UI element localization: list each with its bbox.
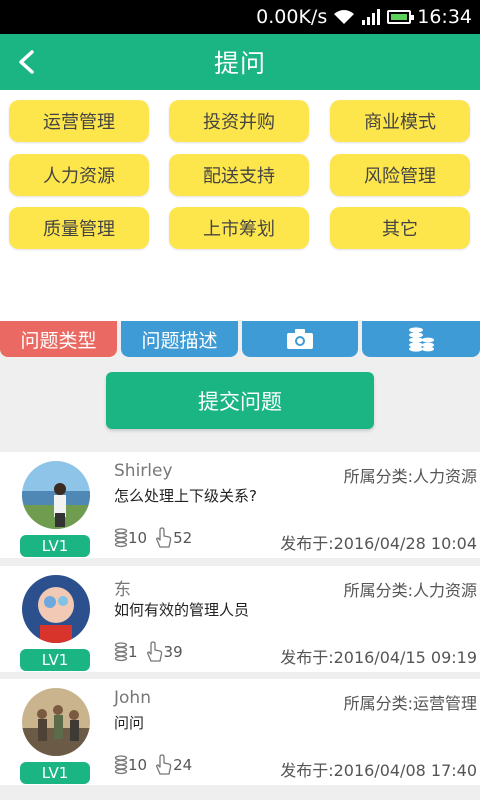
level-badge: LV1 [20,762,90,784]
like-count: 39 [163,643,183,661]
question-category: 所属分类:运营管理 [343,694,477,713]
question-text: 问问 [114,714,145,732]
clock: 16:34 [417,6,472,28]
coins-icon [409,327,434,352]
tab-bar: 问题类型 问题描述 [0,321,480,357]
status-bar: 0.00K/s 16:34 [0,0,480,34]
user-name: 东 [114,580,131,600]
category-button-risk[interactable]: 风险管理 [330,154,470,196]
network-speed: 0.00K/s [256,6,328,28]
publish-date: 发布于:2016/04/15 09:19 [280,648,477,667]
question-card[interactable]: LV1 John 所属分类:运营管理 问问 10 24 发布于:2016/04/… [0,679,480,785]
category-button-business-model[interactable]: 商业模式 [330,100,470,142]
user-name: Shirley [114,461,173,481]
level-badge: LV1 [20,535,90,557]
like-hand-icon [146,641,162,662]
page-title: 提问 [213,49,266,78]
avatar [22,688,90,756]
level-badge: LV1 [20,649,90,671]
tab-question-type[interactable]: 问题类型 [0,321,117,357]
category-button-ipo[interactable]: 上市筹划 [169,207,309,249]
user-name: John [114,688,151,708]
tab-camera[interactable] [242,321,358,357]
signal-icon [362,9,381,25]
coin-stack-icon [114,642,128,662]
title-bar: 提问 [0,34,480,90]
submit-question-button[interactable]: 提交问题 [106,372,374,429]
category-button-operations[interactable]: 运营管理 [9,100,149,142]
back-button[interactable] [10,46,42,78]
wifi-icon [334,10,355,24]
coin-count: 10 [128,756,148,774]
like-count: 52 [173,529,193,547]
question-card[interactable]: LV1 Shirley 所属分类:人力资源 怎么处理上下级关系? 10 52 发… [0,452,480,558]
category-panel: 运营管理 投资并购 商业模式 人力资源 配送支持 风险管理 质量管理 上市筹划 … [0,90,480,321]
camera-icon [287,329,313,349]
question-stats: 10 52 [114,527,192,549]
category-button-investment[interactable]: 投资并购 [169,100,309,142]
publish-date: 发布于:2016/04/08 17:40 [280,761,477,780]
category-button-quality[interactable]: 质量管理 [9,207,149,249]
tab-question-description[interactable]: 问题描述 [121,321,238,357]
publish-date: 发布于:2016/04/28 10:04 [280,534,477,553]
question-stats: 10 24 [114,754,192,776]
tab-reward[interactable] [362,321,480,357]
battery-icon [387,10,415,24]
coin-stack-icon [114,528,128,548]
avatar [22,461,90,529]
like-hand-icon [156,527,172,548]
category-button-delivery[interactable]: 配送支持 [169,154,309,196]
question-text: 怎么处理上下级关系? [114,487,257,505]
question-stats: 1 39 [114,641,183,663]
coin-count: 10 [128,529,148,547]
category-button-hr[interactable]: 人力资源 [9,154,149,196]
coin-count: 1 [128,643,138,661]
category-button-other[interactable]: 其它 [330,207,470,249]
like-hand-icon [156,754,172,775]
back-arrow-icon [19,50,34,74]
question-card[interactable]: LV1 东 所属分类:人力资源 如何有效的管理人员 1 39 发布于:2016/… [0,566,480,672]
question-category: 所属分类:人力资源 [343,581,477,600]
question-category: 所属分类:人力资源 [343,467,477,486]
like-count: 24 [173,756,193,774]
coin-stack-icon [114,755,128,775]
avatar [22,575,90,643]
question-text: 如何有效的管理人员 [114,601,250,619]
